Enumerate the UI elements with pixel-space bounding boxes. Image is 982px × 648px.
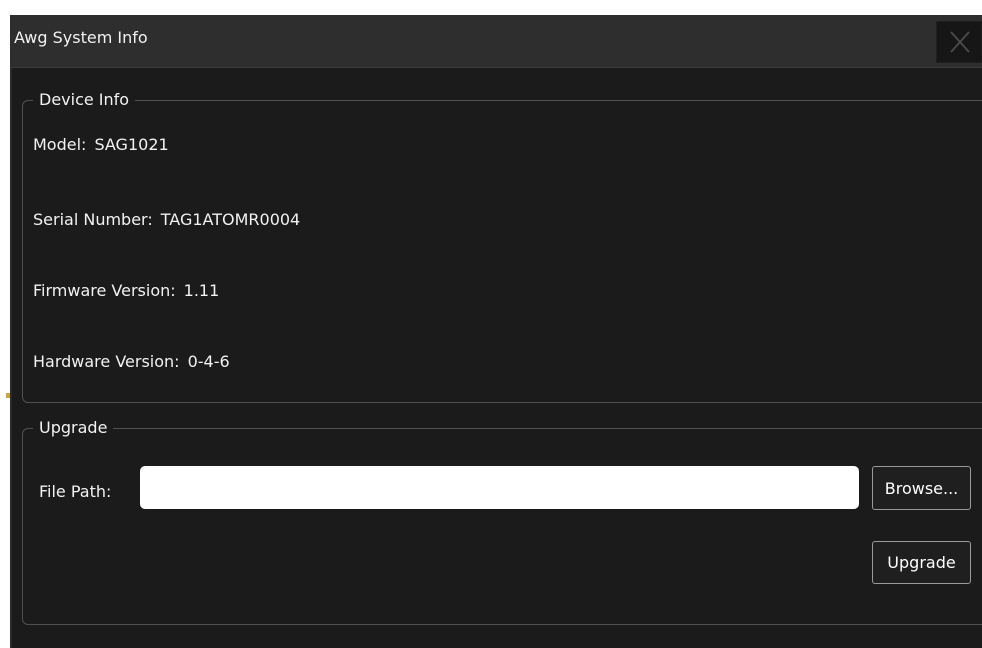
device-info-legend: Device Info: [39, 90, 130, 109]
serial-number-row: Serial Number: TAG1ATOMR0004: [33, 210, 300, 229]
upgrade-group: Upgrade: [22, 418, 982, 625]
model-value: SAG1021: [94, 135, 169, 154]
firmware-version-value: 1.11: [183, 281, 220, 300]
serial-number-label: Serial Number:: [33, 210, 153, 229]
firmware-version-label: Firmware Version:: [33, 281, 176, 300]
dialog-titlebar: Awg System Info: [10, 15, 982, 68]
file-path-label: File Path:: [39, 482, 112, 501]
close-icon: [950, 31, 970, 53]
awg-system-info-dialog: Awg System Info Device Info Model: SAG102…: [10, 15, 982, 648]
model-label: Model:: [33, 135, 87, 154]
dialog-left-edge: [10, 15, 12, 648]
hardware-version-value: 0-4-6: [187, 352, 230, 371]
serial-number-value: TAG1ATOMR0004: [160, 210, 301, 229]
upgrade-button[interactable]: Upgrade: [872, 541, 971, 584]
hardware-version-row: Hardware Version: 0-4-6: [33, 352, 230, 371]
dialog-title: Awg System Info: [14, 28, 148, 47]
browse-button[interactable]: Browse...: [872, 466, 971, 510]
upgrade-legend: Upgrade: [39, 418, 108, 437]
hardware-version-label: Hardware Version:: [33, 352, 180, 371]
file-path-input[interactable]: [140, 466, 859, 509]
model-row: Model: SAG1021: [33, 135, 169, 154]
close-button[interactable]: [936, 21, 982, 63]
firmware-version-row: Firmware Version: 1.11: [33, 281, 219, 300]
